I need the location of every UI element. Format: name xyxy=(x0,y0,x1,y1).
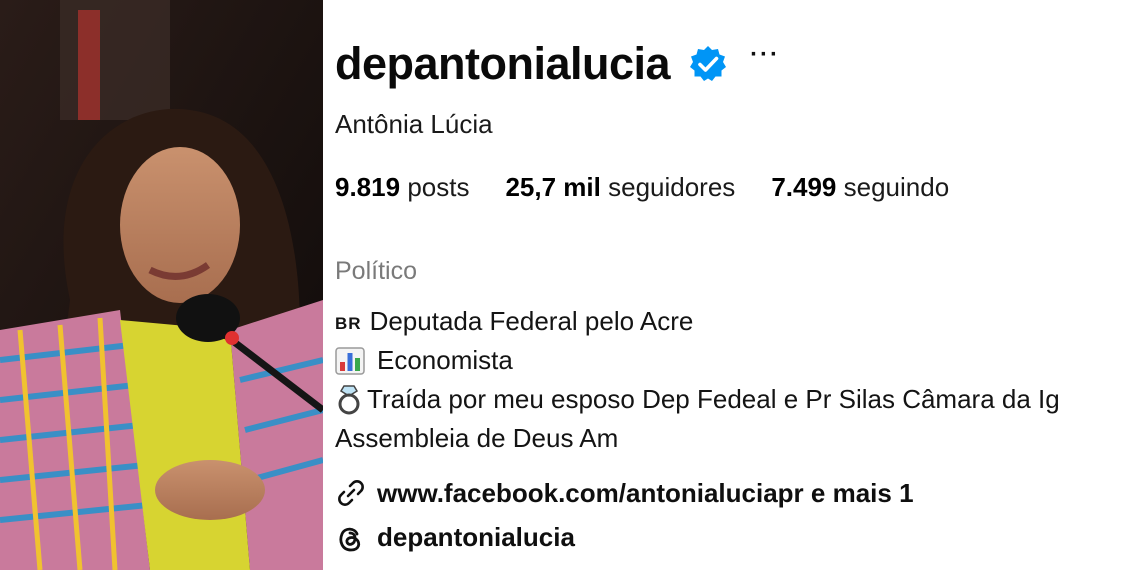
external-link-text: www.facebook.com/antonialuciapr e mais 1 xyxy=(377,477,914,508)
threads-icon xyxy=(339,527,361,551)
stat-posts-label: posts xyxy=(407,172,470,202)
profile-photo xyxy=(0,0,323,570)
stat-following-label: seguindo xyxy=(843,172,950,202)
bio-line-2: Economista xyxy=(335,341,1060,380)
username: depantonialucia xyxy=(335,38,671,89)
profile-bio: BR Deputada Federal pelo Acre Economista… xyxy=(335,302,1060,458)
verified-badge-icon xyxy=(690,46,727,81)
bio-line-4: Assembleia de Deus Am xyxy=(335,419,1060,458)
stat-posts-value: 9.819 xyxy=(335,172,401,202)
profile-panel: depantonialucia ··· Antônia Lúcia 9.819 … xyxy=(335,0,1140,570)
threads-link[interactable]: depantonialucia xyxy=(335,522,575,553)
profile-category: Político xyxy=(335,257,417,285)
bio-line-3: Traída por meu esposo Dep Fedeal e Pr Si… xyxy=(335,380,1060,419)
bio-line-2-text: Economista xyxy=(377,345,513,375)
profile-stats: 9.819 posts 25,7 mil seguidores 7.499 se… xyxy=(335,172,985,203)
full-name: Antônia Lúcia xyxy=(335,109,493,139)
stat-following-value: 7.499 xyxy=(771,172,837,202)
ring-icon xyxy=(338,384,360,414)
photo-illustration xyxy=(0,0,323,570)
bio-line-4-text: Assembleia de Deus Am xyxy=(335,423,619,453)
link-icon xyxy=(338,480,364,506)
brazil-flag-icon: BR xyxy=(335,314,362,333)
stat-following[interactable]: 7.499 seguindo xyxy=(771,172,949,203)
stat-followers[interactable]: 25,7 mil seguidores xyxy=(505,172,735,203)
stat-posts[interactable]: 9.819 posts xyxy=(335,172,469,203)
stat-followers-label: seguidores xyxy=(608,172,736,202)
stat-followers-value: 25,7 mil xyxy=(505,172,601,202)
bar-chart-icon xyxy=(335,346,365,375)
more-options-button[interactable]: ··· xyxy=(750,43,780,67)
external-link[interactable]: www.facebook.com/antonialuciapr e mais 1 xyxy=(335,477,914,509)
bio-line-1: BR Deputada Federal pelo Acre xyxy=(335,302,1060,341)
bio-line-3-text: Traída por meu esposo Dep Fedeal e Pr Si… xyxy=(367,384,1060,414)
bio-line-1-text: Deputada Federal pelo Acre xyxy=(369,306,694,336)
profile-header: depantonialucia ··· xyxy=(335,34,780,94)
threads-handle: depantonialucia xyxy=(377,522,575,552)
